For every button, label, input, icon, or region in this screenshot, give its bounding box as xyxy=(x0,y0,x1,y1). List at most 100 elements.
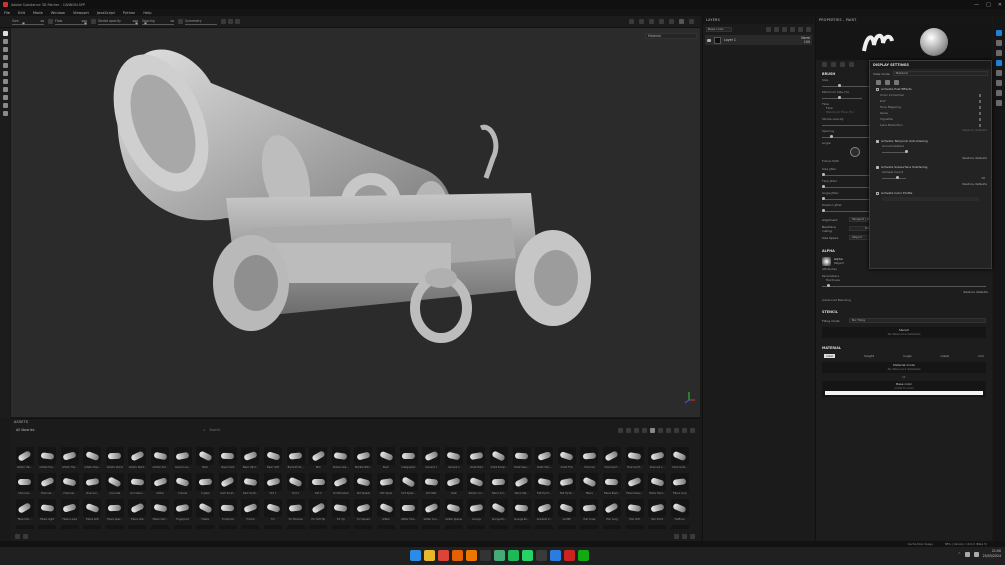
asset-tile[interactable]: Cement 1 xyxy=(421,447,442,473)
asset-tile[interactable]: Chalk Bold xyxy=(466,447,487,473)
asset-tile[interactable]: Felt Tip Hi... xyxy=(534,473,555,499)
asset-tile[interactable]: Water xyxy=(647,525,668,529)
asset-tile[interactable]: Fibers Light xyxy=(37,499,58,525)
asset-tile[interactable]: Graffiti xyxy=(556,499,577,525)
menu-window[interactable]: Window xyxy=(51,11,65,15)
color-profile-field[interactable] xyxy=(882,197,979,201)
assets-search-input[interactable]: Search xyxy=(209,428,249,432)
asset-tile[interactable]: Fibers Vein xyxy=(127,499,148,525)
asset-tile[interactable]: Dirt Spots... xyxy=(398,473,419,499)
add-layer-icon[interactable] xyxy=(790,26,795,32)
asset-tile[interactable]: Paper xyxy=(353,525,374,529)
asset-tile[interactable]: Artistic Hai... xyxy=(14,447,35,473)
asset-tile[interactable]: Chalk Spre... xyxy=(511,447,532,473)
asset-tile[interactable]: Glitter xyxy=(376,499,397,525)
flow-pressure-icon[interactable] xyxy=(91,19,96,24)
alpha-tab-icon[interactable] xyxy=(831,61,836,67)
material-tab-icon[interactable] xyxy=(849,61,854,67)
asset-tile[interactable]: Dirt Spots xyxy=(376,473,397,499)
camera-tab-icon[interactable] xyxy=(885,79,890,85)
asset-tile[interactable]: Fibers Spar... xyxy=(104,499,125,525)
asset-tile[interactable]: Sand xyxy=(488,525,509,529)
screenshot-icon[interactable] xyxy=(669,19,674,24)
asset-tile[interactable]: Charcoal H... xyxy=(624,447,645,473)
asset-tile[interactable]: Artistic Hea... xyxy=(82,447,103,473)
pen-pressure-icon[interactable] xyxy=(48,19,53,24)
shader-settings-icon[interactable] xyxy=(996,70,1002,76)
asset-tile[interactable]: Broken Gla... xyxy=(330,447,351,473)
layer-name[interactable]: Layer 1 xyxy=(724,38,736,42)
asset-tile[interactable]: Grunge Ro... xyxy=(511,499,532,525)
viewport-tab-icon[interactable] xyxy=(894,79,899,85)
asset-tile[interactable]: Gradient V... xyxy=(534,499,555,525)
asset-tile[interactable]: Dark Scrat... xyxy=(240,473,261,499)
flow-slider[interactable]: Flow 100 xyxy=(55,19,87,25)
grid-view-icon[interactable] xyxy=(690,427,695,433)
filter-filters-icon[interactable] xyxy=(682,427,687,433)
tiling-select[interactable]: No Tiling xyxy=(849,318,986,323)
minimize-button[interactable]: — xyxy=(974,2,979,8)
menu-help[interactable]: Help xyxy=(143,11,151,15)
asset-tile[interactable]: Oil xyxy=(308,525,329,529)
bake-icon[interactable] xyxy=(2,103,8,108)
asset-tile[interactable]: Dirt 3 xyxy=(308,473,329,499)
hardness-slider[interactable] xyxy=(816,282,992,290)
smudge-icon[interactable] xyxy=(2,63,8,68)
firefox-icon[interactable] xyxy=(452,550,463,561)
asset-tile[interactable]: Hair Lines xyxy=(579,499,600,525)
filter-grunge-icon[interactable] xyxy=(666,427,671,433)
asset-tile[interactable]: Artistic Hai... xyxy=(37,447,58,473)
angle-dial[interactable] xyxy=(850,147,860,157)
asset-tile[interactable]: Fabric Cor... xyxy=(488,473,509,499)
display-settings-dock-icon[interactable] xyxy=(996,60,1002,66)
filter-smart-materials-icon[interactable] xyxy=(626,427,631,433)
asset-tile[interactable]: Hair Short xyxy=(647,499,668,525)
eraser-icon[interactable] xyxy=(2,39,8,44)
new-folder-icon[interactable] xyxy=(23,533,28,539)
asset-tile[interactable]: Chalk Bump... xyxy=(488,447,509,473)
material-mode-slot[interactable]: Material mode No Resource Selected xyxy=(822,362,986,373)
polygon-fill-icon[interactable] xyxy=(2,95,8,100)
menu-edit[interactable]: Edit xyxy=(18,11,25,15)
painter-icon[interactable] xyxy=(564,550,575,561)
sort-icon[interactable] xyxy=(674,533,679,539)
asset-tile[interactable]: Fur Brushes xyxy=(285,499,306,525)
paint-brush-icon[interactable] xyxy=(2,31,8,36)
tray-chevron-icon[interactable]: ^ xyxy=(958,552,961,556)
measure-icon[interactable] xyxy=(2,111,8,116)
display-icon[interactable] xyxy=(649,19,654,24)
asset-tile[interactable]: Heart xyxy=(14,525,35,529)
asset-tile[interactable]: Cement 2 xyxy=(443,447,464,473)
asset-tile[interactable]: Charcoal L... xyxy=(647,447,668,473)
menu-viewport[interactable]: Viewport xyxy=(73,11,89,15)
spotify-icon[interactable] xyxy=(508,550,519,561)
asset-tile[interactable]: Crackle xyxy=(172,473,193,499)
blender-icon[interactable] xyxy=(466,550,477,561)
filter-brushes-icon[interactable] xyxy=(650,427,655,433)
video-icon[interactable] xyxy=(659,19,664,24)
library-selector[interactable]: All libraries xyxy=(16,428,34,432)
channel-metal[interactable]: metal xyxy=(940,354,949,358)
asset-tile[interactable]: Basic Hard xyxy=(217,447,238,473)
asset-tile[interactable]: Cotton xyxy=(150,473,171,499)
base-color-slot[interactable]: Base color uniform color xyxy=(822,381,986,397)
asset-tile[interactable]: Crystal xyxy=(195,473,216,499)
asset-tile[interactable]: Fur xyxy=(263,499,284,525)
clock[interactable]: 21:00 25/03/2024 xyxy=(983,549,1001,559)
photoshop-icon[interactable] xyxy=(480,550,491,561)
camera-icon[interactable] xyxy=(629,19,634,24)
accumulations-slider[interactable] xyxy=(870,148,991,156)
channel-height[interactable]: height xyxy=(864,354,874,358)
material-picker-icon[interactable] xyxy=(2,79,8,84)
stroke-opacity-slider[interactable]: Stroke opacity 100 xyxy=(98,19,138,25)
terminal-icon[interactable] xyxy=(536,550,547,561)
add-fill-layer-icon[interactable] xyxy=(782,26,787,32)
filter-materials-icon[interactable] xyxy=(618,427,623,433)
asset-tile[interactable]: Dirt Brushed xyxy=(330,473,351,499)
asset-tile[interactable]: Bismuth Sh... xyxy=(285,447,306,473)
asset-tile[interactable]: Ink Splat xyxy=(127,525,148,529)
lazy-mouse-icon[interactable] xyxy=(178,19,183,24)
asset-tile[interactable]: Fractal xyxy=(240,499,261,525)
delete-layer-icon[interactable] xyxy=(806,26,811,32)
add-effect-icon[interactable] xyxy=(766,26,771,32)
